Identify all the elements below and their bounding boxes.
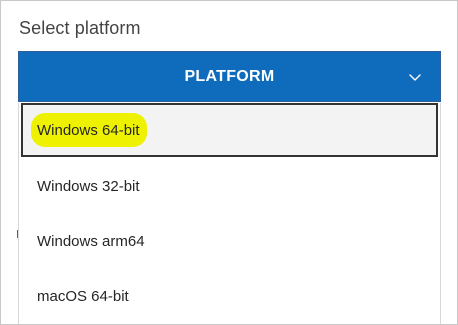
- option-label: macOS 64-bit: [37, 287, 129, 305]
- platform-options-list: Windows 64-bit Windows 32-bit Windows ar…: [18, 103, 441, 324]
- option-label: Windows 64-bit: [31, 112, 147, 147]
- platform-button-label: PLATFORM: [184, 67, 275, 85]
- option-windows-64-bit[interactable]: Windows 64-bit: [21, 103, 438, 157]
- option-macos-64-bit[interactable]: macOS 64-bit: [19, 269, 440, 323]
- option-label: Windows 32-bit: [37, 177, 140, 195]
- option-label: Windows arm64: [37, 232, 145, 250]
- select-platform-label: Select platform: [19, 18, 141, 38]
- platform-selector-panel: Select platform PLATFORM re Windows 64-b…: [0, 0, 458, 325]
- platform-dropdown-button[interactable]: PLATFORM: [18, 51, 441, 102]
- chevron-down-icon: [409, 74, 421, 81]
- option-windows-32-bit[interactable]: Windows 32-bit: [19, 159, 440, 213]
- option-windows-arm64[interactable]: Windows arm64: [19, 214, 440, 268]
